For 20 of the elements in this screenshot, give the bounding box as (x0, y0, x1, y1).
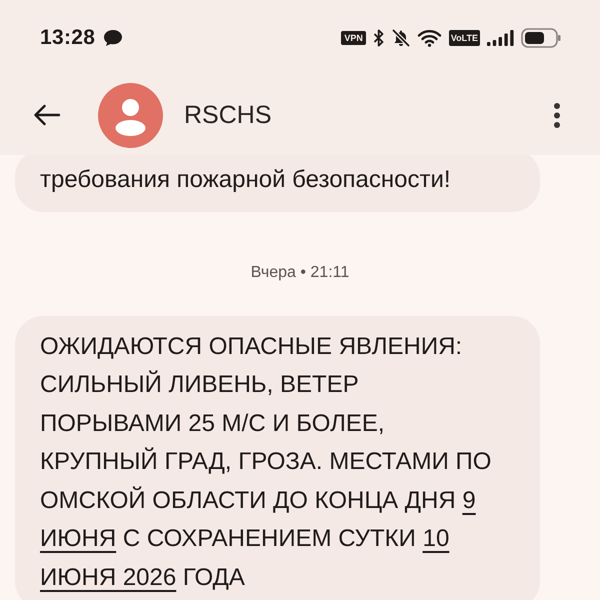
volte-indicator: VoLTE (448, 30, 480, 46)
message-text: ОЖИДАЮТСЯ ОПАСНЫЕ ЯВЛЕНИЯ: СИЛЬНЫЙ ЛИВЕНЬ, ВЕТЕР ПОРЫВАМИ 25 М/С И БОЛЕЕ, КРУПНЫЙ ГРАД, ГРОЗА. МЕСТАМИ ПО ОМСКОЙ ОБЛАСТИ ДО КОНЦА ДНЯ 9 ИЮНЯ С СОХРАНЕНИЕМ СУТКИ 10 ИЮНЯ 2026 ГОДА (40, 332, 492, 592)
signal-icon (487, 30, 514, 46)
date-link[interactable]: ИЮНЯ (40, 525, 116, 552)
date-link[interactable]: 9 (462, 486, 476, 514)
bluetooth-icon (372, 28, 385, 46)
more-options-icon[interactable] (553, 102, 561, 128)
message-text: требования пожарной безопасности! (40, 165, 452, 195)
status-time: 13:28 (40, 26, 96, 50)
battery-icon (521, 28, 561, 48)
date-link[interactable]: ИЮНЯ 2026 (40, 564, 176, 590)
wifi-icon (416, 28, 442, 46)
back-icon[interactable] (33, 104, 60, 126)
message-timestamp: Вчера • 21:11 (250, 262, 350, 282)
contact-name: RSCHS (184, 100, 272, 130)
muted-bell-icon (392, 28, 410, 46)
date-link[interactable]: 10 (422, 525, 450, 552)
vpn-indicator: VPN (341, 30, 366, 44)
avatar-icon (98, 82, 163, 148)
speech-bubble-icon (103, 28, 124, 46)
